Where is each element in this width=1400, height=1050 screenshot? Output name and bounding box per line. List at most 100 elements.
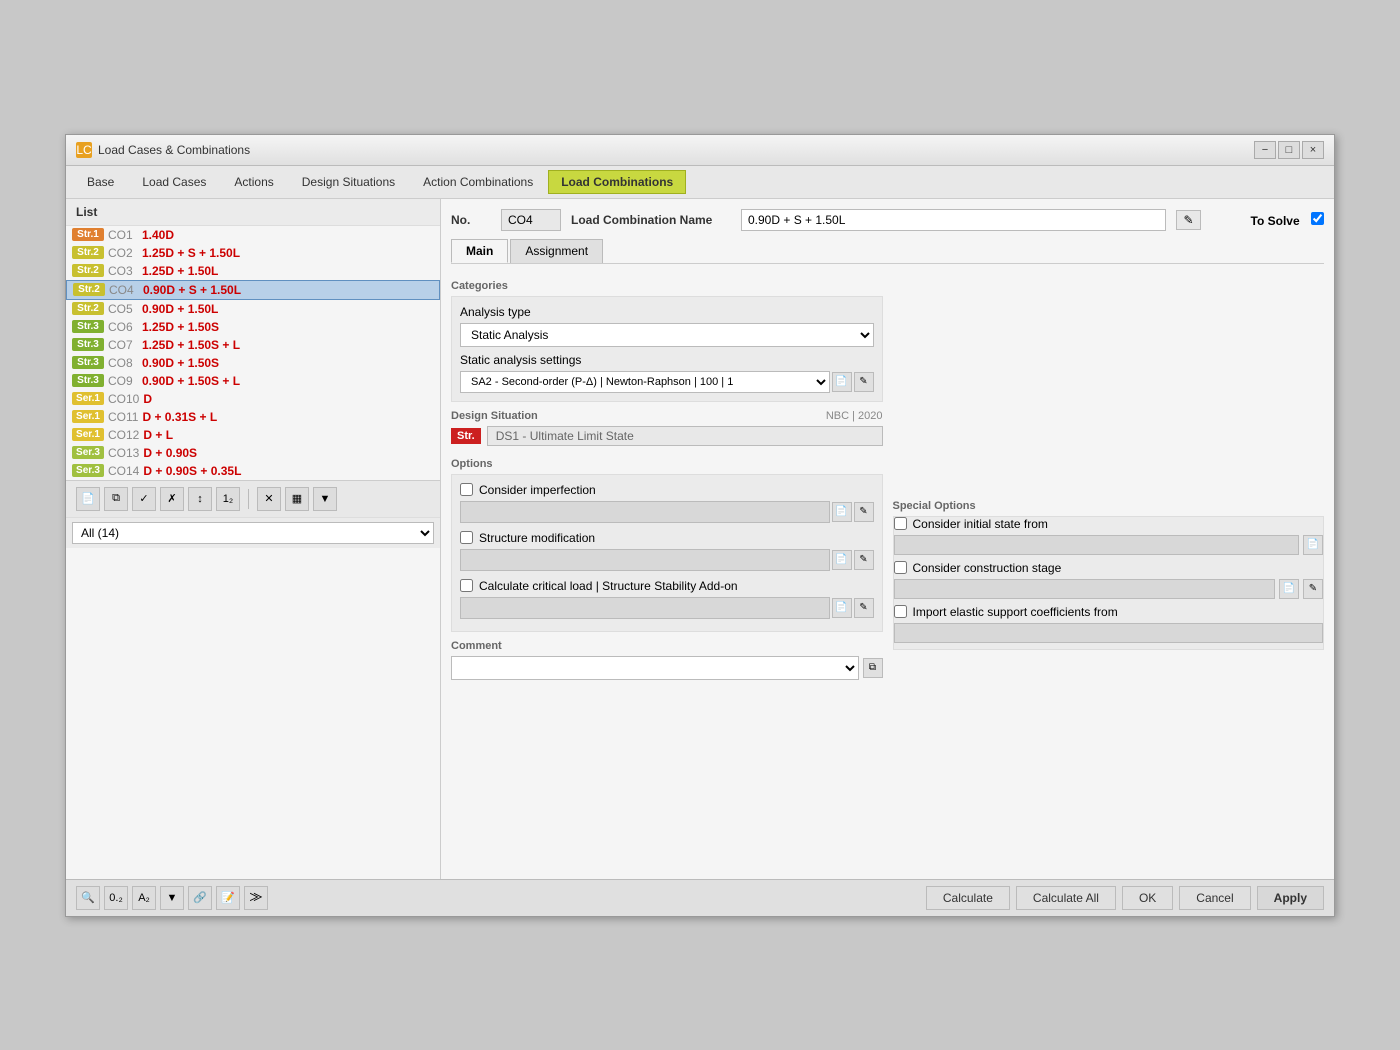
- structure-mod-edit-btn[interactable]: ✎: [854, 550, 874, 570]
- to-solve-checkbox[interactable]: [1311, 212, 1324, 225]
- list-item[interactable]: Str.3 CO8 0.90D + 1.50S: [66, 354, 440, 372]
- tab-load-combinations[interactable]: Load Combinations: [548, 170, 686, 194]
- list-item[interactable]: Str.1 CO1 1.40D: [66, 226, 440, 244]
- filter-select[interactable]: All (14): [72, 522, 434, 544]
- comment-label: Comment: [451, 640, 883, 652]
- calculate-button[interactable]: Calculate: [926, 886, 1010, 910]
- construction-stage-checkbox[interactable]: [894, 561, 907, 574]
- new-item-button[interactable]: 📄: [76, 487, 100, 511]
- tag-ser1: Ser.1: [72, 392, 104, 405]
- delete-button[interactable]: ✕: [257, 487, 281, 511]
- list-item[interactable]: Str.2 CO2 1.25D + S + 1.50L: [66, 244, 440, 262]
- link-button[interactable]: 🔗: [188, 886, 212, 910]
- item-id: CO11: [108, 410, 138, 424]
- construction-stage-btn2[interactable]: ✎: [1303, 579, 1323, 599]
- imperfection-new-btn[interactable]: 📄: [832, 502, 852, 522]
- tab-actions[interactable]: Actions: [221, 170, 286, 194]
- layout-button[interactable]: A₂: [132, 886, 156, 910]
- filter-tool-button[interactable]: ▼: [160, 886, 184, 910]
- item-formula: 1.25D + 1.50S + L: [142, 338, 240, 352]
- tab-assignment[interactable]: Assignment: [510, 239, 603, 263]
- construction-stage-btn1[interactable]: 📄: [1279, 579, 1299, 599]
- left-panel: List Str.1 CO1 1.40D Str.2 CO2 1.25D + S…: [66, 199, 441, 879]
- list-item[interactable]: Str.3 CO9 0.90D + 1.50S + L: [66, 372, 440, 390]
- item-formula: 1.40D: [142, 228, 174, 242]
- initial-state-checkbox[interactable]: [894, 517, 907, 530]
- structure-mod-checkbox[interactable]: [460, 531, 473, 544]
- new-static-btn[interactable]: 📄: [832, 372, 852, 392]
- comment-select[interactable]: [451, 656, 859, 680]
- two-col-layout: Categories Analysis type Static Analysis…: [451, 272, 1324, 738]
- item-formula: D + 0.90S: [143, 446, 197, 460]
- tab-base[interactable]: Base: [74, 170, 127, 194]
- list-item[interactable]: Ser.1 CO12 D + L: [66, 426, 440, 444]
- imperfection-input-row: 📄 ✎: [460, 501, 874, 523]
- critical-load-checkbox[interactable]: [460, 579, 473, 592]
- list-item[interactable]: Ser.3 CO14 D + 0.90S + 0.35L: [66, 462, 440, 480]
- item-id: CO4: [109, 283, 139, 297]
- close-button[interactable]: ×: [1302, 141, 1324, 159]
- analysis-type-row: Static Analysis Dynamic Analysis: [460, 323, 874, 347]
- analysis-type-select[interactable]: Static Analysis Dynamic Analysis: [460, 323, 874, 347]
- name-input[interactable]: [741, 209, 1166, 231]
- tag-str2: Str.2: [73, 283, 105, 296]
- search-tool-button[interactable]: 🔍: [76, 886, 100, 910]
- apply-button[interactable]: Apply: [1257, 886, 1324, 910]
- imperfection-edit-btn[interactable]: ✎: [854, 502, 874, 522]
- structure-mod-new-btn[interactable]: 📄: [832, 550, 852, 570]
- check-button[interactable]: ✓: [132, 487, 156, 511]
- duplicate-button[interactable]: ⧉: [104, 487, 128, 511]
- item-formula: 0.90D + S + 1.50L: [143, 283, 241, 297]
- uncheck-button[interactable]: ✗: [160, 487, 184, 511]
- ok-button[interactable]: OK: [1122, 886, 1173, 910]
- list-item[interactable]: Str.2 CO5 0.90D + 1.50L: [66, 300, 440, 318]
- tag-ser1: Ser.1: [72, 428, 104, 441]
- list-item[interactable]: Str.2 CO3 1.25D + 1.50L: [66, 262, 440, 280]
- edit-static-btn[interactable]: ✎: [854, 372, 874, 392]
- code-button[interactable]: ⨠: [244, 886, 268, 910]
- list-item[interactable]: Ser.1 CO10 D: [66, 390, 440, 408]
- critical-load-edit-btn[interactable]: ✎: [854, 598, 874, 618]
- edit-name-button[interactable]: ✎: [1176, 210, 1200, 230]
- cancel-button[interactable]: Cancel: [1179, 886, 1250, 910]
- list-item[interactable]: Str.3 CO6 1.25D + 1.50S: [66, 318, 440, 336]
- critical-load-new-btn[interactable]: 📄: [832, 598, 852, 618]
- title-bar-controls: − □ ×: [1254, 141, 1324, 159]
- right-bottom-empty: [893, 658, 1325, 738]
- numpad-button[interactable]: 0.₂: [104, 886, 128, 910]
- script-button[interactable]: 📝: [216, 886, 240, 910]
- list-item[interactable]: Ser.3 CO13 D + 0.90S: [66, 444, 440, 462]
- construction-stage-row: Consider construction stage: [894, 561, 1324, 575]
- static-settings-select[interactable]: SA2 - Second-order (P-Δ) | Newton-Raphso…: [460, 371, 830, 393]
- tab-design-situations[interactable]: Design Situations: [289, 170, 408, 194]
- list-item[interactable]: Ser.1 CO11 D + 0.31S + L: [66, 408, 440, 426]
- tab-main[interactable]: Main: [451, 239, 508, 263]
- imperfection-checkbox[interactable]: [460, 483, 473, 496]
- list-item-selected[interactable]: Str.2 CO4 0.90D + S + 1.50L: [66, 280, 440, 300]
- elastic-support-checkbox[interactable]: [894, 605, 907, 618]
- calculate-all-button[interactable]: Calculate All: [1016, 886, 1116, 910]
- minimize-button[interactable]: −: [1254, 141, 1276, 159]
- design-situation-label: Design Situation: [451, 410, 538, 422]
- categories-label: Categories: [451, 280, 883, 292]
- view-button[interactable]: ▦: [285, 487, 309, 511]
- special-options-section: Consider initial state from 📄 Con: [893, 516, 1325, 650]
- item-formula: 1.25D + S + 1.50L: [142, 246, 240, 260]
- item-id: CO14: [108, 464, 139, 478]
- sort-button[interactable]: ↕: [188, 487, 212, 511]
- initial-state-group: Consider initial state from 📄: [894, 517, 1324, 555]
- analysis-type-label: Analysis type: [460, 305, 874, 319]
- item-formula: D + L: [143, 428, 173, 442]
- no-input[interactable]: [501, 209, 561, 231]
- expand-button[interactable]: ▼: [313, 487, 337, 511]
- tab-load-cases[interactable]: Load Cases: [129, 170, 219, 194]
- initial-state-btn[interactable]: 📄: [1303, 535, 1323, 555]
- item-formula: D + 0.31S + L: [142, 410, 217, 424]
- comment-copy-btn[interactable]: ⧉: [863, 658, 883, 678]
- restore-button[interactable]: □: [1278, 141, 1300, 159]
- to-solve-label: To Solve: [1251, 214, 1300, 228]
- initial-state-label: Consider initial state from: [913, 517, 1048, 531]
- tab-action-combinations[interactable]: Action Combinations: [410, 170, 546, 194]
- list-item[interactable]: Str.3 CO7 1.25D + 1.50S + L: [66, 336, 440, 354]
- renumber-button[interactable]: 1₂: [216, 487, 240, 511]
